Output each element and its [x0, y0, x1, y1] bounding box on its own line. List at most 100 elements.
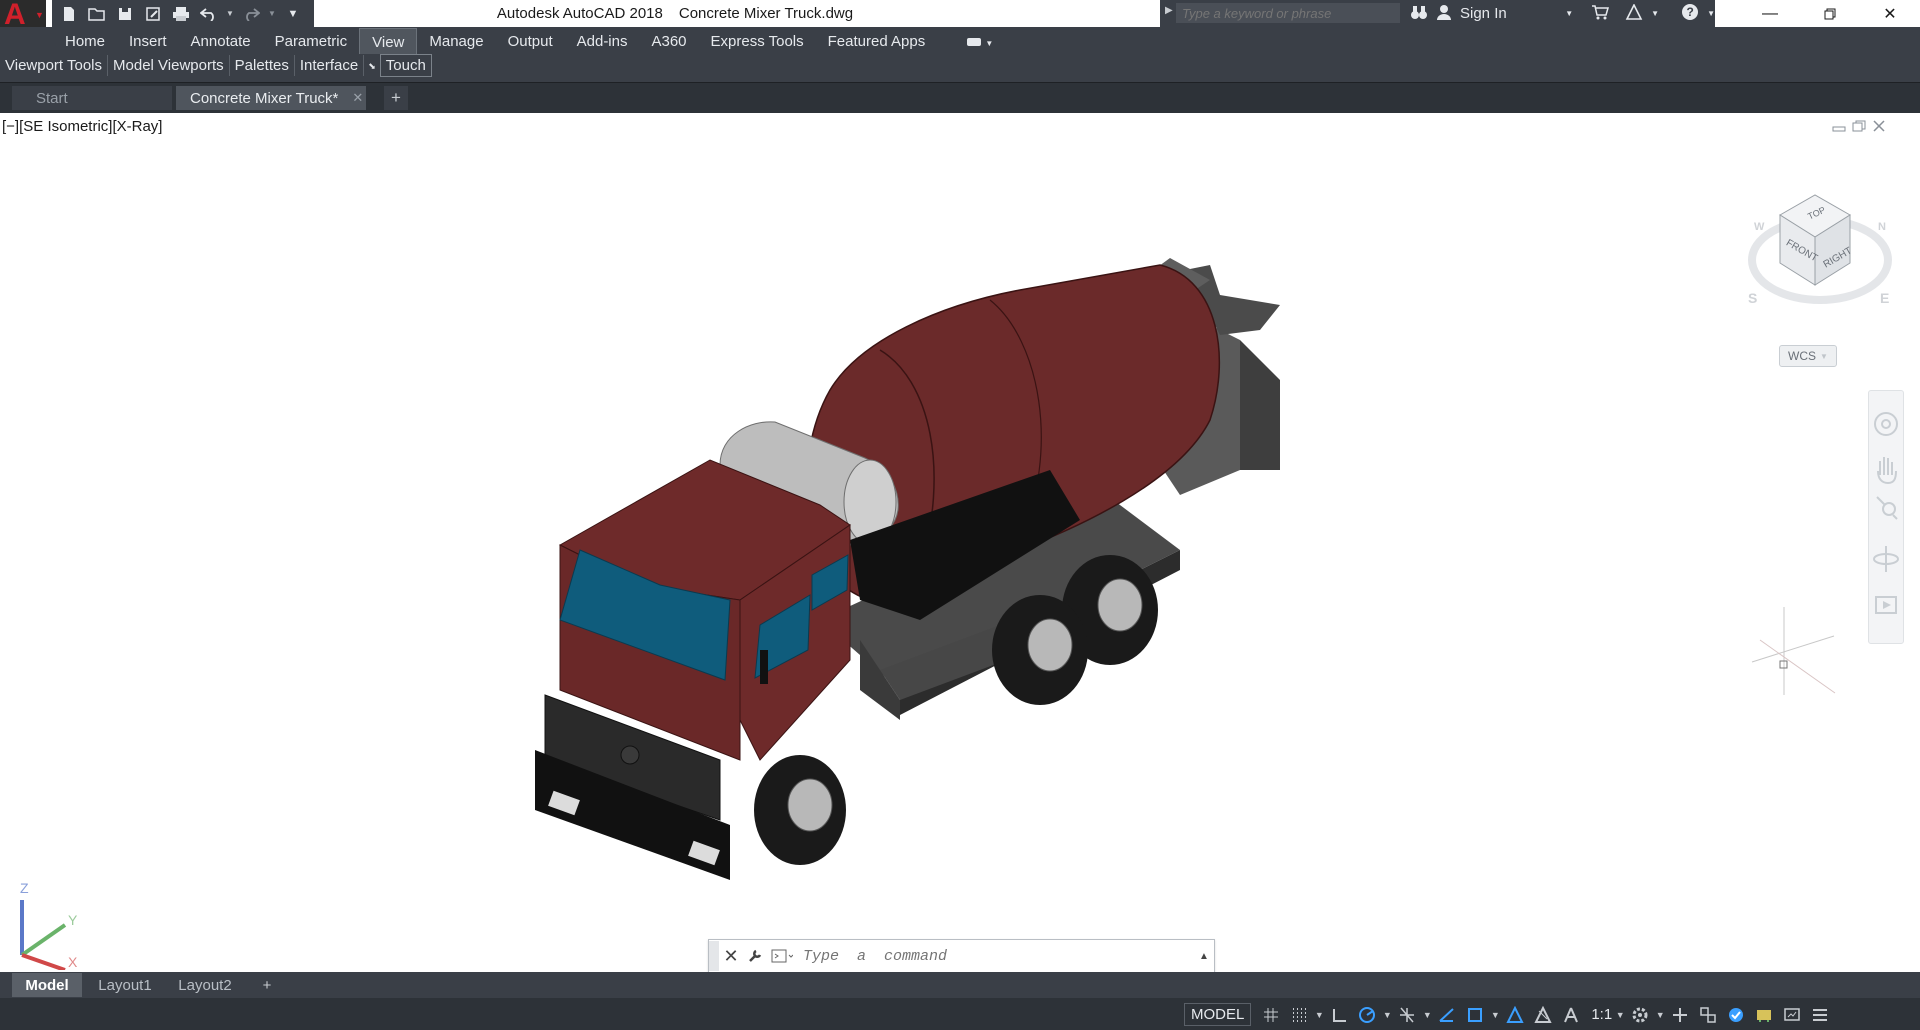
orbit-icon[interactable] [1873, 546, 1899, 572]
tab-annotate[interactable]: Annotate [179, 28, 263, 53]
annotation-visibility-icon [1506, 1005, 1524, 1023]
tab-a360[interactable]: A360 [639, 28, 698, 53]
binoculars-icon[interactable] [1410, 4, 1428, 24]
save-as-button[interactable] [142, 4, 164, 24]
polar-tracking-button[interactable] [1353, 1001, 1381, 1029]
chevron-down-icon[interactable]: ▼ [1565, 9, 1573, 18]
panel-viewport-tools[interactable]: Viewport Tools [0, 55, 109, 76]
customize-button[interactable] [1806, 1001, 1834, 1029]
viewport-minimize-icon[interactable] [1832, 120, 1846, 132]
close-command-line-button[interactable]: ✕ [719, 941, 743, 971]
customize-command-line-button[interactable] [743, 941, 767, 971]
viewcube[interactable]: TOP FRONT RIGHT S E W N [1740, 185, 1900, 335]
tab-manage[interactable]: Manage [417, 28, 495, 53]
panel-interface[interactable]: Interface [295, 55, 365, 76]
command-input[interactable] [797, 941, 1194, 971]
tab-home[interactable]: Home [53, 28, 117, 53]
ucs-icon: Z Y X [20, 880, 78, 970]
tab-insert[interactable]: Insert [117, 28, 179, 53]
help-icon[interactable]: ? [1681, 3, 1699, 25]
chevron-right-icon[interactable]: ▶ [1165, 5, 1173, 16]
minimize-button[interactable]: — [1740, 0, 1800, 27]
sign-in-label[interactable]: Sign In [1460, 5, 1557, 22]
concrete-mixer-truck-model[interactable] [520, 240, 1340, 920]
ortho-button[interactable] [1325, 1001, 1353, 1029]
clean-screen-button[interactable] [1778, 1001, 1806, 1029]
new-tab-button[interactable]: + [384, 86, 408, 110]
workspace-button[interactable] [1626, 1001, 1654, 1029]
tab-layout2[interactable]: Layout2 [168, 973, 242, 997]
chevron-down-icon[interactable]: ▼ [1421, 1010, 1433, 1020]
tab-add-ins[interactable]: Add-ins [565, 28, 640, 53]
annotation-visibility-button[interactable] [1501, 1001, 1529, 1029]
panel-launcher-icon[interactable]: ⬊ [364, 55, 380, 76]
customize-qat-button[interactable]: ▼ [282, 4, 304, 24]
chevron-down-icon[interactable]: ▼ [1651, 9, 1659, 18]
close-button[interactable]: ✕ [1860, 0, 1920, 27]
tab-view[interactable]: View [359, 27, 418, 54]
panel-touch[interactable]: Touch [379, 54, 432, 77]
tab-concrete-mixer-truck[interactable]: Concrete Mixer Truck* ✕ [176, 86, 366, 110]
chevron-down-icon[interactable]: ▼ [1614, 1010, 1626, 1020]
grid-button[interactable] [1257, 1001, 1285, 1029]
viewport-controls-label[interactable]: [−][SE Isometric][X-Ray] [2, 118, 162, 135]
tab-express-tools[interactable]: Express Tools [699, 28, 816, 53]
add-layout-button[interactable]: + [254, 973, 280, 997]
object-snap-button[interactable] [1461, 1001, 1489, 1029]
chevron-down-icon[interactable]: ▼ [1707, 9, 1715, 18]
chevron-down-icon[interactable]: ▼ [1654, 1010, 1666, 1020]
chevron-down-icon[interactable]: ▼ [1489, 1010, 1501, 1020]
hardware-acceleration-button[interactable] [1750, 1001, 1778, 1029]
annotation-scale-value[interactable]: 1:1 [1585, 1006, 1614, 1023]
ucs-x-label: X [68, 954, 78, 970]
viewport-restore-icon[interactable] [1852, 120, 1866, 132]
units-button[interactable] [1666, 1001, 1694, 1029]
model-space-button[interactable]: MODEL [1184, 1003, 1252, 1026]
tab-model[interactable]: Model [12, 973, 82, 997]
close-tab-icon[interactable]: ✕ [352, 90, 363, 106]
tab-layout1[interactable]: Layout1 [88, 973, 162, 997]
cart-icon[interactable] [1591, 4, 1610, 24]
redo-button[interactable] [240, 4, 262, 24]
open-button[interactable] [86, 4, 108, 24]
a360-icon[interactable] [1625, 2, 1643, 24]
undo-dropdown[interactable]: ▼ [226, 4, 234, 24]
panel-palettes[interactable]: Palettes [230, 55, 295, 76]
tab-output[interactable]: Output [496, 28, 565, 53]
chevron-down-icon[interactable]: ▼ [1381, 1010, 1393, 1020]
front-rim [787, 778, 833, 832]
showmotion-icon[interactable] [1875, 596, 1897, 614]
recent-commands-button[interactable] [767, 941, 797, 971]
auto-scale-button[interactable] [1529, 1001, 1557, 1029]
steering-wheel-icon[interactable] [1874, 412, 1898, 436]
quick-properties-button[interactable] [1694, 1001, 1722, 1029]
undo-button[interactable] [198, 4, 220, 24]
panel-model-viewports[interactable]: Model Viewports [108, 55, 230, 76]
tab-start[interactable]: Start [12, 86, 172, 110]
isolate-objects-button[interactable] [1722, 1001, 1750, 1029]
ribbon-display-toggle[interactable]: ▼ [955, 28, 1005, 53]
save-button[interactable] [114, 4, 136, 24]
redo-dropdown[interactable]: ▼ [268, 4, 276, 24]
restore-button[interactable] [1800, 0, 1860, 27]
plot-button[interactable] [170, 4, 192, 24]
snap-button[interactable] [1285, 1001, 1313, 1029]
isodraft-button[interactable] [1393, 1001, 1421, 1029]
search-input[interactable] [1176, 3, 1400, 23]
tab-parametric[interactable]: Parametric [263, 28, 360, 53]
command-line-grip[interactable] [709, 941, 719, 971]
zoom-extents-icon[interactable] [1876, 496, 1898, 520]
annotation-scale-icon-button[interactable] [1557, 1001, 1585, 1029]
command-history-button[interactable]: ▲ [1194, 951, 1214, 962]
wcs-menu[interactable]: WCS ▼ [1779, 345, 1837, 367]
object-snap-tracking-button[interactable] [1433, 1001, 1461, 1029]
menu-icon [1813, 1008, 1828, 1021]
new-file-button[interactable] [58, 4, 80, 24]
pan-icon[interactable] [1877, 457, 1897, 485]
chevron-down-icon[interactable]: ▼ [1313, 1010, 1325, 1020]
drum-support-side [1240, 340, 1280, 470]
user-icon[interactable] [1436, 4, 1452, 24]
command-line: ✕ ▲ [708, 939, 1215, 973]
viewport-close-icon[interactable] [1872, 120, 1886, 132]
tab-featured-apps[interactable]: Featured Apps [816, 28, 938, 53]
